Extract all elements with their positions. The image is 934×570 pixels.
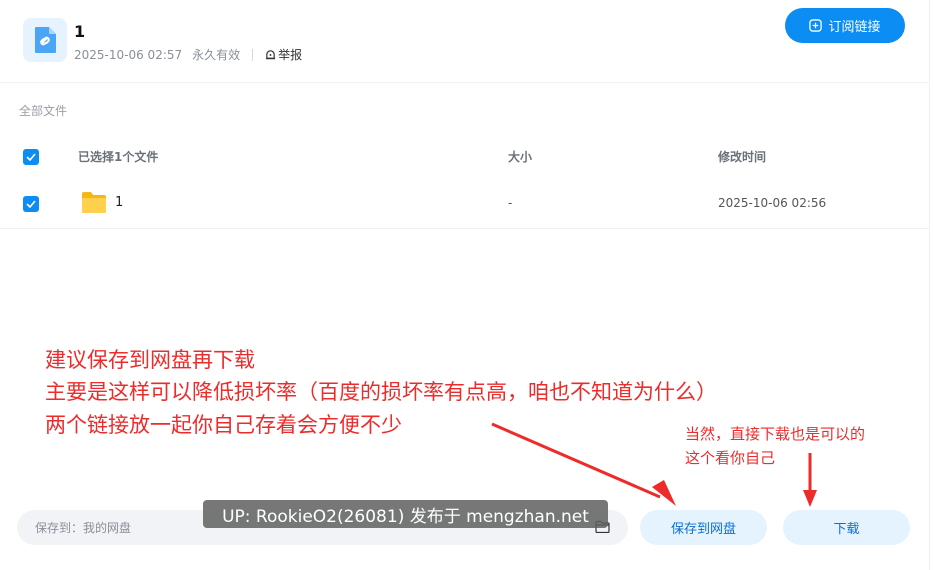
meta-divider (252, 48, 254, 61)
subscribe-link-button[interactable]: 订阅链接 (785, 8, 905, 43)
arrow-to-save-button (491, 422, 661, 499)
link-file-icon (23, 18, 67, 62)
report-label: 举报 (278, 48, 303, 62)
check-icon (26, 153, 36, 161)
share-date: 2025-10-06 02:57 (74, 47, 183, 62)
annotation-line-2: 主要是这样可以降低损坏率（百度的损坏率有点高，咱也不知道为什么） (45, 380, 717, 404)
row-checkbox[interactable] (23, 196, 39, 212)
arrowhead-download (803, 490, 817, 507)
report-icon (266, 50, 276, 60)
file-size: - (508, 196, 513, 210)
share-title: 1 (74, 22, 86, 41)
arrowhead-save (652, 480, 676, 506)
file-modified: 2025-10-06 02:56 (718, 196, 827, 210)
annotation-line-1: 建议保存到网盘再下载 (45, 348, 255, 372)
save-to-netdisk-button[interactable]: 保存到网盘 (640, 510, 767, 545)
breadcrumb-all-files[interactable]: 全部文件 (19, 102, 67, 119)
share-meta: 2025-10-06 02:57 永久有效 举报 (74, 46, 302, 63)
annotation-side-1: 当然，直接下载也是可以的 (685, 425, 866, 443)
annotation-arrows (491, 422, 817, 507)
share-validity: 永久有效 (192, 48, 241, 62)
share-panel: 1 2025-10-06 02:57 永久有效 举报 订阅链接 全部文件 已选择… (0, 0, 930, 570)
select-all-checkbox[interactable] (23, 149, 39, 165)
column-header-size[interactable]: 大小 (508, 148, 532, 165)
annotation-side-2: 这个看你自己 (685, 449, 776, 467)
row-divider (0, 228, 930, 229)
watermark: UP: RookieO2(26081) 发布于 mengzhan.net (203, 500, 608, 528)
header-divider (0, 82, 930, 83)
column-header-name: 已选择1个文件 (78, 150, 159, 164)
subscribe-label: 订阅链接 (828, 20, 881, 35)
annotation-line-3: 两个链接放一起你自己存着会方便不少 (45, 413, 402, 437)
plus-box-icon (809, 19, 823, 32)
save-path-label: 保存到：我的网盘 (35, 521, 132, 535)
report-link[interactable]: 举报 (265, 46, 302, 63)
check-icon (26, 200, 36, 208)
file-name[interactable]: 1 (115, 195, 123, 210)
column-header-modified[interactable]: 修改时间 (718, 148, 766, 165)
folder-icon (82, 192, 106, 213)
download-button[interactable]: 下载 (783, 510, 910, 545)
